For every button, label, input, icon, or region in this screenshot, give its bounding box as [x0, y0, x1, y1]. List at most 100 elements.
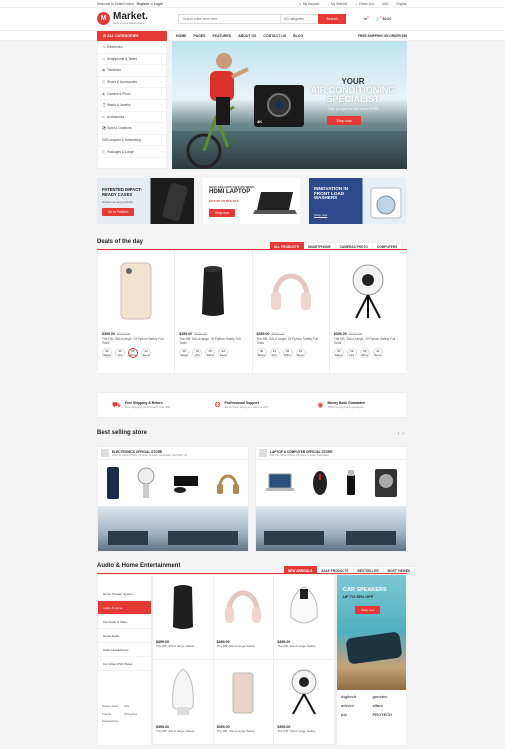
promo-laptop-button[interactable]: Shop now	[209, 209, 236, 217]
sidebar-item-4[interactable]: ◉ Camera & Photo ›	[98, 88, 166, 100]
menu-home[interactable]: HOME	[176, 31, 187, 41]
hero-shop-button[interactable]: Shop now	[327, 116, 361, 125]
promo-cases-sub: Check our app portfolio	[102, 200, 134, 204]
brand-logo[interactable]: PROTECH	[373, 712, 405, 717]
store-laptops[interactable]: LAPTOP & COMPUTER OFFICIAL STORE 2514 St…	[255, 446, 407, 552]
audio-product-card[interactable]: $399.00 The DB: SALA range Safety	[153, 660, 214, 745]
audio-category-item[interactable]: Home Theater System	[98, 587, 151, 601]
countdown-unit: 05 Mins	[128, 348, 138, 358]
store-shelf	[108, 531, 148, 545]
audio-product-name[interactable]: The DB: SALA range Safety	[217, 729, 271, 733]
tag-link[interactable]: Accessories	[102, 718, 124, 726]
deal-name[interactable]: The DB: SALA range. Of Python Safety Ful…	[334, 337, 402, 345]
brand-logo[interactable]: ptc	[341, 712, 373, 717]
audio-product-image[interactable]	[277, 663, 331, 721]
promo-cases-button[interactable]: Go to Portfolio	[102, 208, 135, 216]
currency-select[interactable]: USD	[382, 2, 389, 6]
brand-logo[interactable]: alfam	[373, 703, 405, 708]
tag-link[interactable]: Kits	[124, 703, 146, 711]
deal-name[interactable]: The DB: SALA range. Of Python Safety Ful…	[257, 337, 325, 345]
camera-product-image[interactable]	[136, 466, 156, 500]
audio-product-card[interactable]: $399.00 The DB: SALA range Safety	[274, 575, 335, 660]
audio-category-item[interactable]: Home Audio	[98, 629, 151, 643]
my-account-link[interactable]: ☺ My Account	[299, 2, 320, 6]
sidebar-item-2[interactable]: ▣ Television ›	[98, 65, 166, 77]
sidebar-item-5[interactable]: ⌚ Watch & Jewelry ›	[98, 100, 166, 112]
login-link[interactable]: Login	[154, 2, 163, 6]
sidebar-item-3[interactable]: ◫ Shoes & Accessories ›	[98, 77, 166, 89]
audio-product-name[interactable]: The DB: SALA range Safety	[217, 644, 271, 648]
car-speakers-button[interactable]: Shop now	[355, 606, 381, 614]
brand-logo[interactable]: genetec	[373, 694, 405, 699]
audio-product-name[interactable]: The DB: SALA range Safety	[156, 729, 210, 733]
promo-washers[interactable]: INNOVATION IN FRONT LOAD WASHERS Shop no…	[309, 178, 406, 224]
menu-contact[interactable]: CONTACT US	[263, 31, 286, 41]
sidebar-item-6[interactable]: ∞ Accessories ›	[98, 112, 166, 124]
language-select[interactable]: English	[397, 2, 407, 6]
audio-product-image[interactable]	[217, 663, 271, 721]
deal-image[interactable]	[179, 255, 247, 327]
deal-card[interactable]: $399.00 $520.00 The DB: SALA range. Of Pyt…	[175, 251, 253, 373]
audio-category-item[interactable]: Car Video DVD Player	[98, 657, 151, 671]
audio-category-item[interactable]: Car Audio & Video	[98, 615, 151, 629]
promo-washers-link[interactable]: Shop now	[314, 213, 327, 217]
deal-name[interactable]: The DB: SALA range. Of Python Safety Ful…	[179, 337, 247, 345]
register-link[interactable]: Register	[137, 2, 150, 6]
audio-product-image[interactable]	[156, 663, 210, 721]
deal-card[interactable]: $399.00 $520.00 The DB: SALA range. Of Pyt…	[330, 251, 406, 373]
brand-logo[interactable]: digitech	[341, 694, 373, 699]
audio-category-item[interactable]: Audio Headphones	[98, 643, 151, 657]
deal-card[interactable]: $399.00 $520.00 The DB: SALA range. Of Pyt…	[253, 251, 330, 373]
laptop-product-image[interactable]	[265, 472, 295, 494]
audio-product-name[interactable]: The DB: SALA range Safety	[156, 644, 210, 648]
usb-product-image[interactable]	[345, 469, 357, 497]
deal-card[interactable]: $399.00 $520.00 The DB: SALA range. Of Pyt…	[98, 251, 176, 373]
brand-logo[interactable]: advent	[341, 703, 373, 708]
search-input[interactable]	[179, 15, 280, 23]
deal-name[interactable]: The DB: SALA range. Of Python Safety Ful…	[102, 337, 170, 345]
cart-button[interactable]: 🛒0 $0.00	[376, 15, 392, 21]
mouse-product-image[interactable]	[312, 469, 328, 497]
checkout-link[interactable]: ✓ Check Out	[355, 2, 374, 6]
promo-laptop[interactable]: BEST SELLERS ON THIS WEEK HDMI LAPTOP GE…	[203, 178, 300, 224]
audio-product-image[interactable]	[217, 578, 271, 636]
audio-category-item[interactable]: Audio & Home	[98, 601, 151, 615]
search-button[interactable]: Search	[318, 14, 346, 24]
menu-about[interactable]: ABOUT US	[238, 31, 256, 41]
audio-product-card[interactable]: $399.00 The DB: SALA range Safety	[213, 660, 275, 745]
next-arrow-icon[interactable]: ›	[402, 431, 407, 437]
sidebar-item-1[interactable]: ▭ Smartphone & Tablet ›	[98, 54, 166, 66]
deal-image[interactable]	[102, 255, 170, 327]
wishlist-link[interactable]: ♡ My Wishlist	[327, 2, 347, 6]
deal-image[interactable]	[334, 255, 402, 327]
audio-product-name[interactable]: The DB: SALA range Safety	[277, 729, 331, 733]
tag-link[interactable]: Shopping	[124, 711, 146, 719]
hard-drive-product-image[interactable]	[374, 468, 398, 498]
sidebar-item-7[interactable]: ⚽ Sport & Outdoors ›	[98, 123, 166, 135]
console-product-image[interactable]	[172, 472, 200, 494]
audio-product-image[interactable]	[156, 578, 210, 636]
sidebar-item-9[interactable]: ◫ Packages & Lunge ›	[98, 146, 166, 158]
audio-product-card[interactable]: $399.00 The DB: SALA range Safety	[274, 660, 335, 745]
search-category-select[interactable]: All Categories	[280, 15, 318, 23]
promo-cases[interactable]: PATENTED IMPACT-READY CASES Check our ap…	[97, 178, 194, 224]
tag-link[interactable]: Trends	[102, 711, 124, 719]
all-categories-button[interactable]: ☰ ALL CATEGORIES	[97, 31, 167, 41]
headphones-product-image[interactable]	[216, 470, 240, 496]
menu-pages[interactable]: PAGES	[194, 31, 206, 41]
audio-product-image[interactable]	[277, 578, 331, 636]
audio-product-card[interactable]: $399.00 The DB: SALA range Safety	[213, 575, 275, 660]
sidebar-item-8[interactable]: ⌨ Computer & Networking ›	[98, 135, 166, 147]
compare-button[interactable]: ⇆0	[364, 15, 369, 21]
tag-link[interactable]: Stores sport	[102, 703, 124, 711]
menu-blog[interactable]: BLOG	[293, 31, 303, 41]
store-electronics[interactable]: ELECTRONICS OFFICIAL STORE 2514 St. Moun…	[97, 446, 249, 552]
sidebar-item-0[interactable]: ☏ Electronics ›	[98, 42, 166, 54]
menu-features[interactable]: FEATURES	[213, 31, 232, 41]
phone-product-image[interactable]	[106, 466, 120, 500]
deal-image[interactable]	[257, 255, 325, 327]
audio-product-name[interactable]: The DB: SALA range Safety	[277, 644, 331, 648]
car-speakers-banner[interactable]: CAR SPEAKERS UP TO 25% OFF Shop now digi…	[336, 574, 407, 746]
audio-product-card[interactable]: $399.00 The DB: SALA range Safety	[153, 575, 214, 660]
logo[interactable]: M Market. Multi-vendor Marketplace	[97, 12, 148, 25]
